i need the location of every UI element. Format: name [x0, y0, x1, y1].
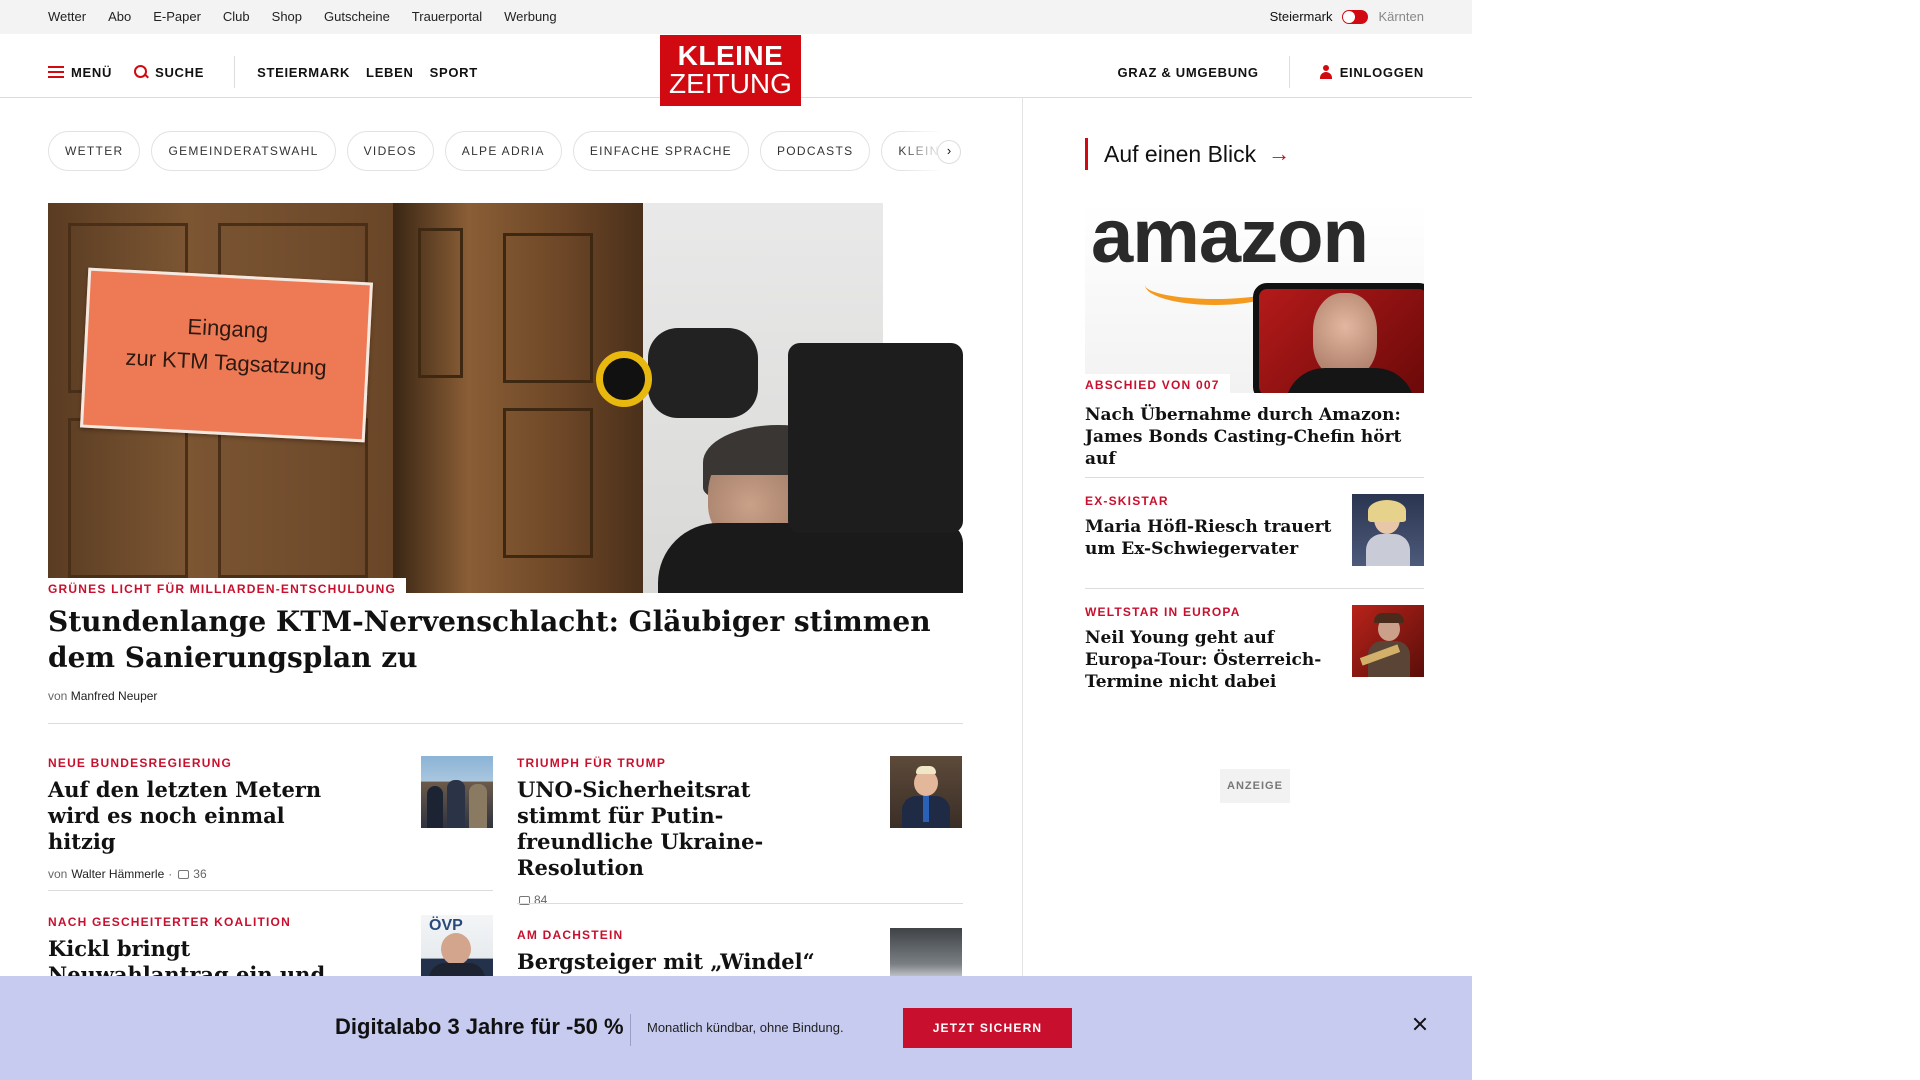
utility-bar: Wetter Abo E-Paper Club Shop Gutscheine … [0, 0, 1472, 34]
article-thumbnail[interactable] [421, 756, 493, 828]
nav-divider [234, 56, 236, 88]
primary-nav: MENÜ SUCHE STEIERMARK LEBEN SPORT [48, 56, 494, 88]
comment-count[interactable]: 36 [193, 867, 206, 881]
article-thumbnail[interactable] [890, 756, 962, 828]
article-card[interactable]: AM DACHSTEIN Bergsteiger mit „Windel“ [517, 928, 817, 975]
sidebar-featured-headline[interactable]: Nach Übernahme durch Amazon: James Bonds… [1085, 404, 1424, 470]
article-kicker: NEUE BUNDESREGIERUNG [48, 756, 233, 770]
sidebar-item-kicker: EX-SKISTAR [1085, 494, 1169, 508]
page: Wetter Abo E-Paper Club Shop Gutscheine … [0, 0, 1472, 1080]
utility-links: Wetter Abo E-Paper Club Shop Gutscheine … [48, 9, 557, 24]
ad-label: ANZEIGE [1220, 769, 1290, 803]
promo-subtext: Monatlich kündbar, ohne Bindung. [647, 1020, 844, 1035]
secondary-nav: GRAZ & UMGEBUNG EINLOGGEN [1117, 56, 1424, 88]
sidebar-item[interactable]: WELTSTAR IN EUROPA Neil Young geht auf E… [1085, 605, 1335, 693]
hero-cameraman [658, 523, 963, 593]
hamburger-icon [48, 66, 64, 78]
pill-wetter[interactable]: WETTER [48, 131, 141, 171]
menu-button[interactable]: MENÜ [48, 65, 112, 80]
sidebar-featured-kicker: ABSCHIED VON 007 [1085, 374, 1230, 394]
article-card[interactable]: NEUE BUNDESREGIERUNG Auf den letzten Met… [48, 756, 348, 881]
subscribe-button[interactable]: JETZT SICHERN [903, 1008, 1072, 1048]
article-kicker: AM DACHSTEIN [517, 928, 624, 942]
sidebar-item-headline[interactable]: Neil Young geht auf Europa-Tour: Österre… [1085, 627, 1335, 693]
article-headline[interactable]: Bergsteiger mit „Windel“ [517, 949, 817, 975]
nav-graz-umgebung[interactable]: GRAZ & UMGEBUNG [1117, 65, 1258, 80]
utility-link-shop[interactable]: Shop [272, 9, 302, 24]
arrow-right-icon: → [1268, 141, 1291, 166]
region-toggle[interactable] [1342, 9, 1369, 24]
sidebar-item-headline[interactable]: Maria Höfl-Riesch trauert um Ex-Schwiege… [1085, 516, 1335, 560]
nav-sport[interactable]: SPORT [430, 65, 478, 80]
pill-alpe-adria[interactable]: ALPE ADRIA [444, 131, 562, 171]
utility-link-trauerportal[interactable]: Trauerportal [412, 9, 482, 24]
search-button[interactable]: SUCHE [134, 65, 204, 80]
search-icon [134, 65, 148, 79]
close-icon[interactable] [1410, 1014, 1430, 1034]
hero-image[interactable]: Eingang zur KTM Tagsatzung [48, 203, 963, 593]
topic-pills: WETTER GEMEINDERATSWAHL VIDEOS ALPE ADRI… [48, 131, 963, 171]
blank-margin [1472, 0, 1920, 1080]
search-label: SUCHE [155, 64, 205, 80]
sidebar-item-kicker: WELTSTAR IN EUROPA [1085, 605, 1241, 619]
article-meta: von Walter Hämmerle · 36 [48, 867, 207, 881]
sidebar-item[interactable]: EX-SKISTAR Maria Höfl-Riesch trauert um … [1085, 494, 1335, 560]
hero-camera-lens [596, 351, 652, 407]
article-kicker: NACH GESCHEITERTER KOALITION [48, 915, 291, 929]
main-header: MENÜ SUCHE STEIERMARK LEBEN SPORT KLEINE… [0, 34, 1472, 106]
hero-camera [788, 343, 963, 533]
utility-link-epaper[interactable]: E-Paper [153, 9, 201, 24]
utility-link-abo[interactable]: Abo [108, 9, 131, 24]
sidebar-item-thumbnail[interactable] [1352, 494, 1424, 566]
nav-steiermark[interactable]: STEIERMARK [257, 65, 350, 80]
comment-icon [178, 869, 190, 879]
sidebar-item-thumbnail[interactable] [1352, 605, 1424, 677]
divider [48, 723, 963, 724]
hero-kicker[interactable]: GRÜNES LICHT FÜR MILLIARDEN-ENTSCHULDUNG [48, 578, 406, 596]
sidebar-featured-image[interactable]: amazon [1085, 203, 1424, 393]
utility-link-gutscheine[interactable]: Gutscheine [324, 9, 390, 24]
hero-sign-line-1: Eingang [186, 313, 269, 344]
article-kicker: TRIUMPH FÜR TRUMP [517, 756, 667, 770]
region-steiermark[interactable]: Steiermark [1270, 9, 1333, 24]
pill-podcasts[interactable]: PODCASTS [759, 131, 871, 171]
user-icon [1319, 65, 1332, 79]
sidebar-heading[interactable]: Auf einen Blick → [1085, 138, 1290, 170]
article-author[interactable]: Walter Hämmerle [71, 867, 164, 881]
comment-count[interactable]: 84 [534, 893, 547, 907]
menu-label: MENÜ [71, 64, 113, 80]
hero-byline: von Manfred Neuper [48, 689, 158, 703]
nav-divider-right [1288, 56, 1290, 88]
login-label: EINLOGGEN [1339, 64, 1424, 80]
sidebar-heading-text: Auf einen Blick [1104, 140, 1257, 167]
pills-next-button[interactable]: › [937, 140, 961, 164]
utility-link-werbung[interactable]: Werbung [504, 9, 557, 24]
hero-sign: Eingang zur KTM Tagsatzung [80, 267, 373, 443]
pill-einfache-sprache[interactable]: EINFACHE SPRACHE [572, 131, 749, 171]
hero-author[interactable]: Manfred Neuper [71, 689, 158, 703]
subscription-banner: Digitalabo 3 Jahre für -50 % Monatlich k… [0, 976, 1472, 1080]
utility-link-club[interactable]: Club [223, 9, 250, 24]
region-kaernten[interactable]: Kärnten [1378, 9, 1424, 24]
pill-videos[interactable]: VIDEOS [346, 131, 434, 171]
article-headline[interactable]: UNO-Sicherheitsrat stimmt für Putin-freu… [517, 777, 817, 881]
logo-line-1: KLEINE [677, 40, 784, 71]
site-logo[interactable]: KLEINE ZEITUNG [660, 35, 801, 106]
logo-line-2: ZEITUNG [669, 68, 792, 99]
hero-headline[interactable]: Stundenlange KTM-Nervenschlacht: Gläubig… [48, 604, 963, 676]
utility-link-wetter[interactable]: Wetter [48, 9, 86, 24]
login-button[interactable]: EINLOGGEN [1319, 64, 1424, 80]
article-meta: 84 [517, 893, 817, 907]
nav-leben[interactable]: LEBEN [366, 65, 414, 80]
article-card[interactable]: TRIUMPH FÜR TRUMP UNO-Sicherheitsrat sti… [517, 756, 817, 907]
column-divider [1022, 98, 1023, 998]
pill-gemeinderatswahl[interactable]: GEMEINDERATSWAHL [151, 131, 336, 171]
hero-sign-line-2: zur KTM Tagsatzung [124, 344, 328, 381]
chevron-right-icon: › [946, 143, 952, 158]
promo-headline: Digitalabo 3 Jahre für -50 % [335, 1014, 624, 1039]
region-switch: Steiermark Kärnten [1270, 9, 1424, 24]
article-headline[interactable]: Auf den letzten Metern wird es noch einm… [48, 777, 348, 855]
